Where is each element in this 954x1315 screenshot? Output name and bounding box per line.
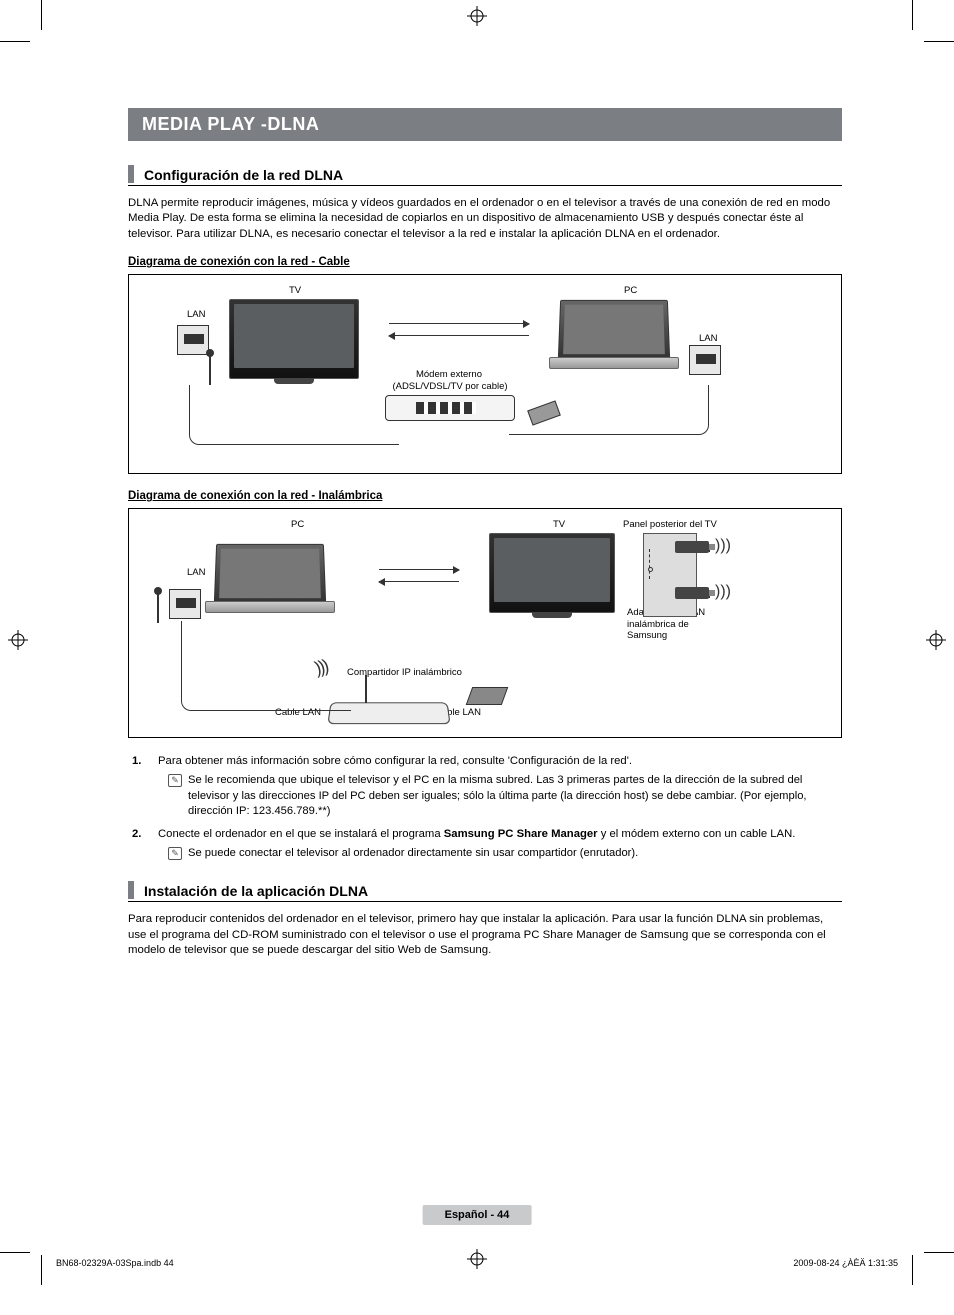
page-number-band: Español - 44 [423, 1205, 532, 1225]
diagram-label: LAN [187, 309, 205, 320]
tv-icon [229, 299, 359, 379]
arrow-icon [389, 335, 529, 336]
lan-port-icon [177, 325, 209, 355]
laptop-icon [215, 543, 335, 615]
diagram-heading-wireless: Diagrama de conexión con la red - Inalám… [128, 490, 842, 502]
arrow-icon [379, 569, 459, 570]
note-icon: ✎ [168, 774, 182, 787]
antenna-icon [157, 593, 159, 623]
note-line: ✎ Se puede conectar el televisor al orde… [158, 846, 842, 861]
laptop-icon [559, 299, 679, 371]
list-text: Conecte el ordenador en el que se instal… [158, 828, 795, 840]
footer-doc-id: BN68-02329A-03Spa.indb 44 [56, 1258, 174, 1268]
list-text: Para obtener más información sobre cómo … [158, 755, 632, 767]
instruction-list: Para obtener más información sobre cómo … [132, 754, 842, 861]
tv-icon [489, 533, 615, 613]
registration-mark-icon [467, 1249, 487, 1269]
note-text: Se le recomienda que ubique el televisor… [188, 774, 807, 816]
diagram-label: LAN [699, 333, 717, 344]
diagram-label: TV [553, 519, 565, 530]
wifi-signal-icon: ))) [715, 537, 731, 555]
footer-timestamp: 2009-08-24 ¿ÀÈÄ 1:31:35 [793, 1258, 898, 1268]
section-marker-icon [128, 881, 134, 899]
network-diagram-cable: TV PC LAN LAN Módem externo (ADSL/VDSL/T… [128, 274, 842, 474]
arrow-icon [379, 581, 459, 582]
diagram-label: Módem externo [379, 369, 519, 380]
registration-mark-icon [926, 630, 946, 650]
note-line: ✎ Se le recomienda que ubique el televis… [158, 773, 842, 818]
wifi-signal-icon: ))) [715, 583, 731, 601]
connector-icon [466, 687, 509, 705]
dashed-line [649, 549, 651, 579]
note-text: Se puede conectar el televisor al ordena… [188, 847, 638, 859]
usb-dongle-icon [675, 587, 709, 599]
intro-paragraph: DLNA permite reproducir imágenes, música… [128, 196, 842, 242]
usb-dongle-icon [675, 541, 709, 553]
diagram-label: PC [624, 285, 637, 296]
antenna-icon [209, 355, 211, 385]
section2-paragraph: Para reproducir contenidos del ordenador… [128, 912, 842, 958]
diagram-label: LAN [187, 567, 205, 578]
registration-mark-icon [8, 630, 28, 650]
diagram-heading-cable: Diagrama de conexión con la red - Cable [128, 256, 842, 268]
registration-mark-icon [467, 6, 487, 26]
lan-port-icon [689, 345, 721, 375]
network-diagram-wireless: PC TV Panel posterior del TV LAN Adaptad… [128, 508, 842, 738]
cable-line [189, 385, 399, 445]
modem-icon [385, 395, 515, 421]
page-title: MEDIA PLAY -DLNA [128, 108, 842, 141]
diagram-label: TV [289, 285, 301, 296]
diagram-label: Panel posterior del TV [623, 519, 717, 530]
cable-line [181, 621, 351, 711]
section-heading: Instalación de la aplicación DLNA [144, 883, 368, 899]
list-item: Para obtener más información sobre cómo … [132, 754, 842, 819]
lan-port-icon [169, 589, 201, 619]
arrow-icon [389, 323, 529, 324]
list-item: Conecte el ordenador en el que se instal… [132, 827, 842, 861]
section-heading: Configuración de la red DLNA [144, 167, 343, 183]
diagram-label: PC [291, 519, 304, 530]
note-icon: ✎ [168, 847, 182, 860]
section-marker-icon [128, 165, 134, 183]
